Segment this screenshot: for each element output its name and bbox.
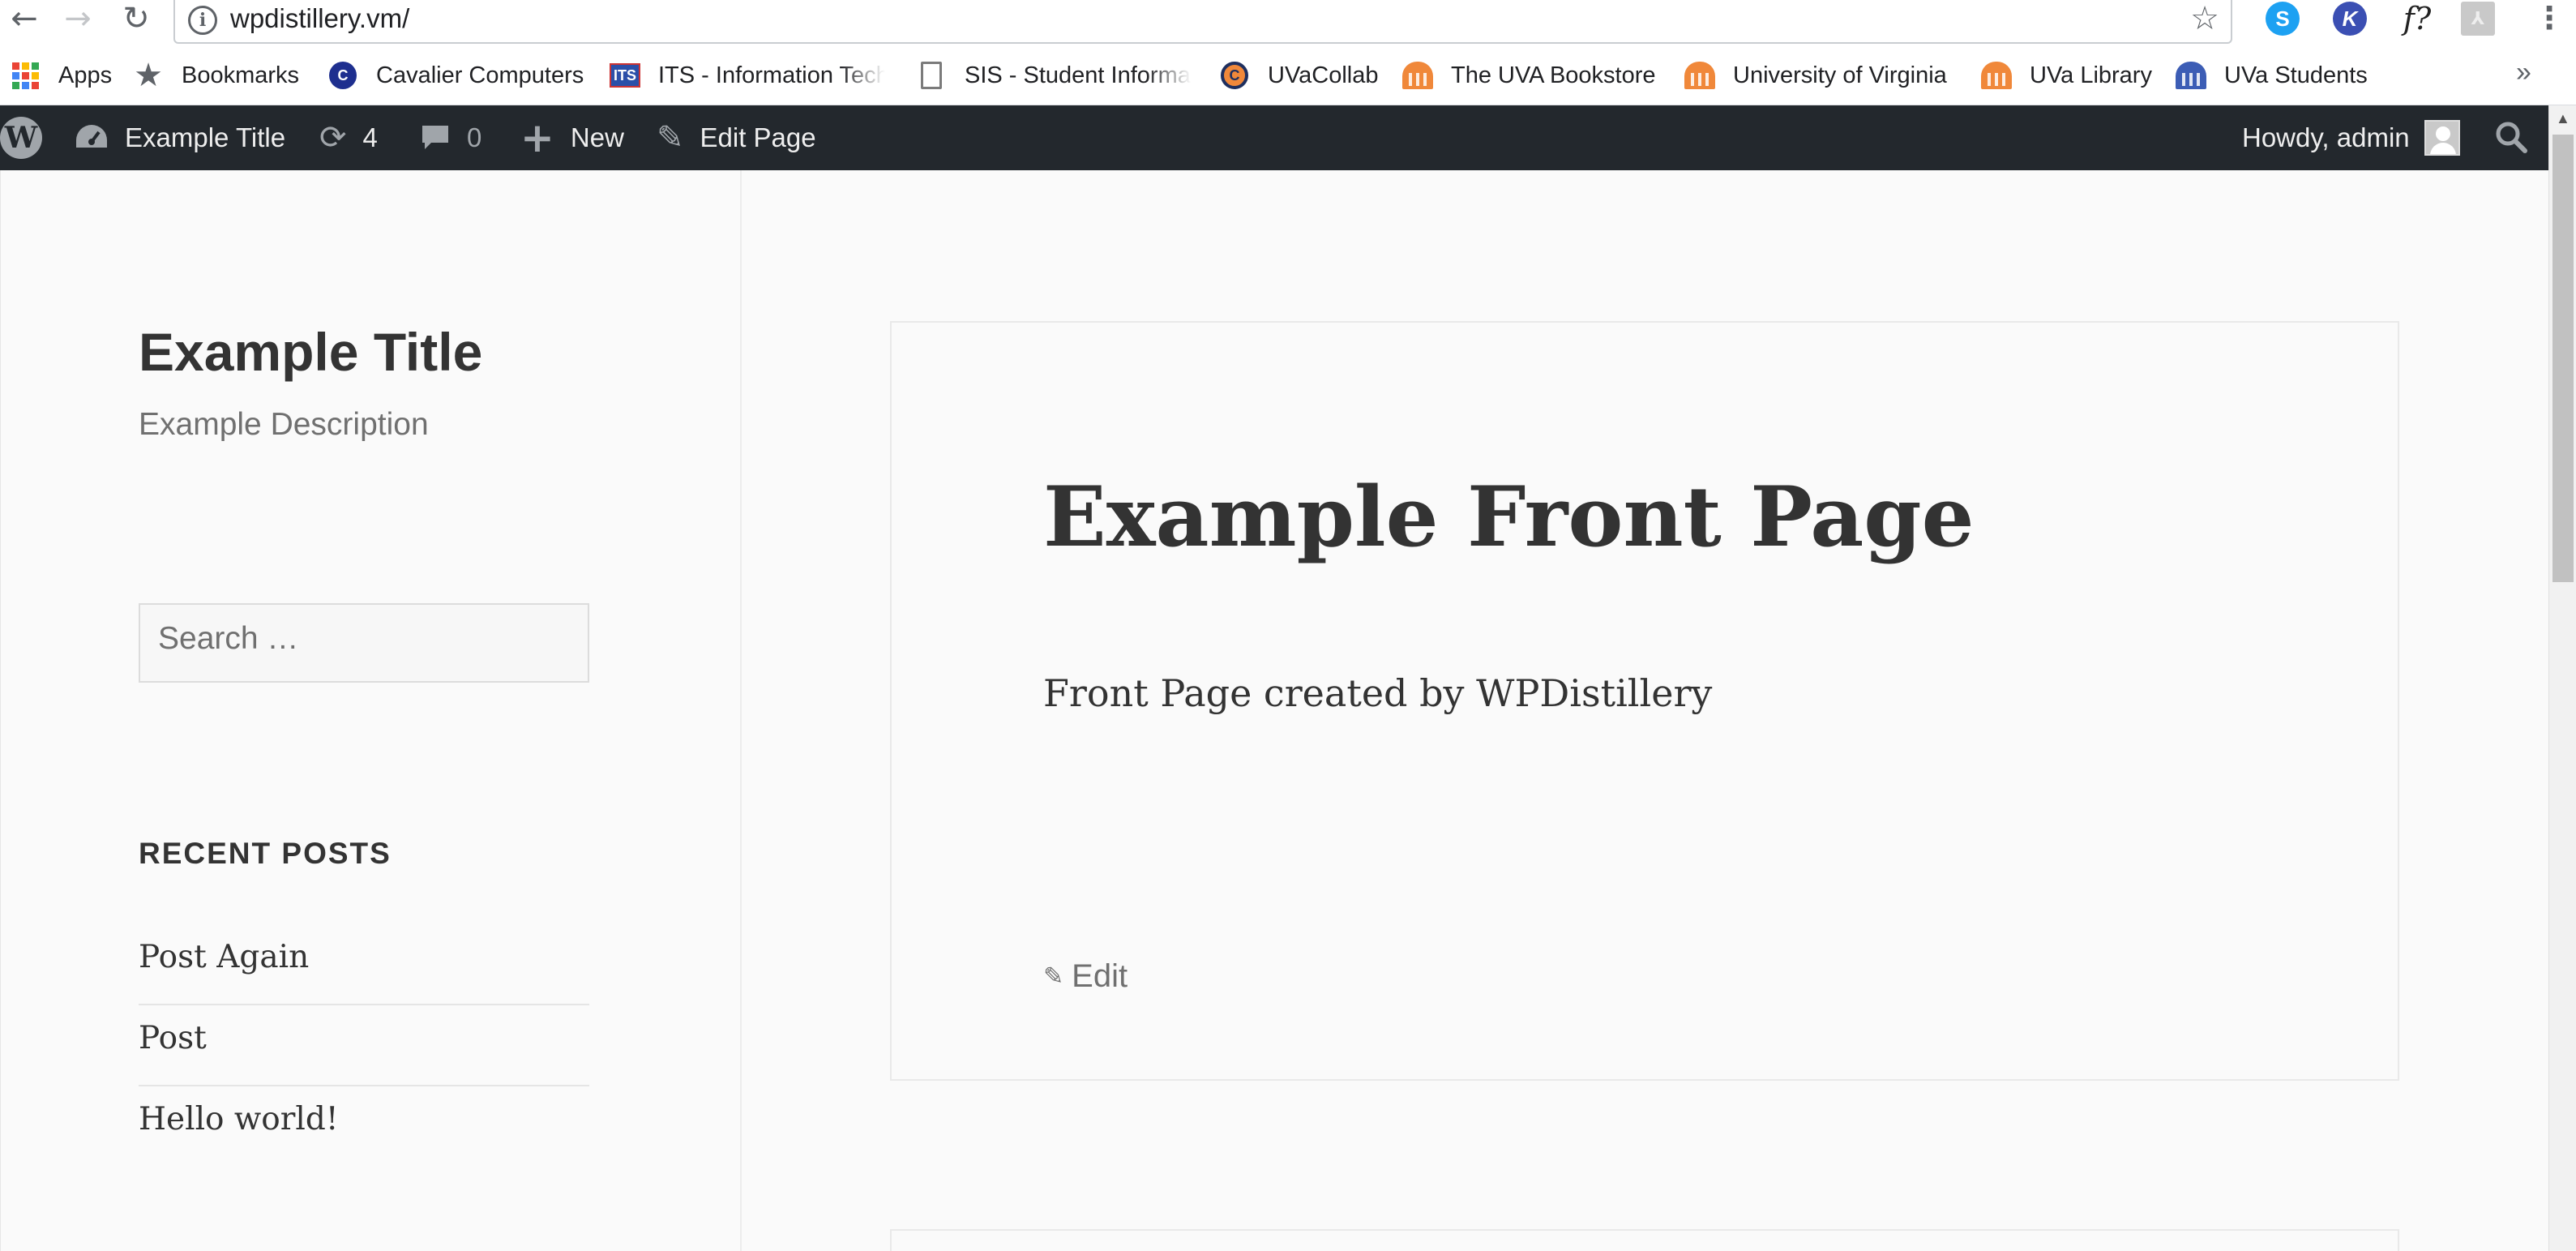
bookmark-sis[interactable]: SIS - Student Informa (916, 57, 1192, 94)
browser-toolbar: ← → ↻ i wpdistillery.vm/ ☆ S K f? ⅄ ⋮ (0, 0, 2576, 45)
bookmark-label: UVa Students (2224, 62, 2368, 88)
rotunda-icon (1402, 60, 1433, 91)
address-bar[interactable]: i wpdistillery.vm/ ☆ (173, 0, 2232, 44)
updates-menu[interactable]: ⟳ 4 (319, 105, 378, 170)
browser-menu-icon[interactable]: ⋮ (2534, 0, 2565, 36)
bookmark-label: ITS - Information Tech (658, 62, 885, 88)
wp-admin-bar: W Example Title ⟳ 4 0 + New ✎ Edit Page … (0, 105, 2548, 170)
bookmark-university-of-virginia[interactable]: University of Virginia (1684, 57, 1947, 94)
edit-page-label: Edit Page (700, 122, 816, 152)
bookmark-cavalier-computers[interactable]: C Cavalier Computers (327, 57, 584, 94)
document-icon (916, 60, 947, 91)
site-name-label: Example Title (125, 122, 286, 152)
cavalier-computers-icon: C (327, 60, 358, 91)
star-icon: ★ (134, 57, 163, 94)
comments-count: 0 (467, 122, 482, 152)
site-info-icon[interactable]: i (188, 6, 217, 35)
bookmark-uvacollab[interactable]: C UVaCollab (1219, 57, 1378, 94)
back-icon[interactable]: ← (0, 0, 49, 37)
updates-icon: ⟳ (319, 119, 347, 156)
recent-post-link[interactable]: Post Again (139, 924, 589, 1005)
front-page-article: Example Front Page Front Page created by… (890, 321, 2399, 1081)
recent-posts-list: Post Again Post Hello world! (139, 924, 589, 1167)
its-icon: ITS (610, 60, 640, 91)
edit-label: Edit (1072, 958, 1128, 994)
dashboard-icon (75, 123, 109, 152)
reload-icon[interactable]: ↻ (112, 0, 160, 37)
new-label: New (570, 122, 624, 152)
pencil-icon: ✎ (1043, 962, 1064, 991)
comments-menu[interactable]: 0 (420, 105, 481, 170)
rotunda-icon (2176, 60, 2206, 91)
bookmarks-bar: Apps ★ Bookmarks C Cavalier Computers IT… (0, 45, 2576, 105)
bookmark-star-icon[interactable]: ☆ (2190, 0, 2219, 37)
site-title[interactable]: Example Title (139, 321, 482, 383)
bookmark-label: SIS - Student Informa (965, 62, 1191, 88)
bookmark-label: The UVA Bookstore (1451, 62, 1656, 88)
wp-logo-menu[interactable]: W (0, 105, 42, 170)
bookmark-uva-bookstore[interactable]: The UVA Bookstore (1402, 57, 1656, 94)
bookmark-apps[interactable]: Apps (10, 57, 112, 94)
bookmark-label: Bookmarks (182, 62, 300, 88)
bookmark-label: Cavalier Computers (376, 62, 584, 88)
font-extension-icon[interactable]: f? (2393, 1, 2441, 36)
uvacollab-icon: C (1219, 60, 1250, 91)
forward-icon[interactable]: → (53, 0, 102, 37)
bookmark-label: Apps (58, 62, 113, 88)
sidebar: Example Title Example Description Search… (1, 170, 742, 1251)
page-content: Front Page created by WPDistillery (1043, 671, 1713, 715)
wordpress-logo-icon: W (0, 117, 42, 159)
search-input[interactable]: Search … (139, 603, 589, 683)
howdy-label: Howdy, admin (2242, 122, 2410, 152)
scroll-up-arrow-icon[interactable]: ▲ (2556, 110, 2570, 127)
comment-icon (420, 123, 451, 152)
new-content-menu[interactable]: + New (520, 105, 624, 170)
scrollbar-thumb[interactable] (2552, 135, 2574, 582)
page-scrollbar[interactable]: ▲ (2548, 105, 2576, 1251)
next-article (890, 1229, 2399, 1251)
bookmark-its[interactable]: ITS ITS - Information Tech (610, 57, 885, 94)
page-title: Example Front Page (1043, 469, 1975, 566)
admin-search-icon[interactable] (2494, 120, 2530, 156)
bookmark-label: UVa Library (2030, 62, 2152, 88)
skype-extension-icon[interactable]: S (2266, 2, 2300, 36)
bookmark-label: UVaCollab (1268, 62, 1379, 88)
bookmark-label: University of Virginia (1733, 62, 1947, 88)
k-extension-icon[interactable]: K (2333, 2, 2367, 36)
rotunda-icon (1684, 60, 1715, 91)
bookmark-uva-library[interactable]: UVa Library (1981, 57, 2152, 94)
recent-post-link[interactable]: Hello world! (139, 1086, 589, 1167)
page-body: Example Title Example Description Search… (0, 170, 2548, 1251)
recent-post-link[interactable]: Post (139, 1005, 589, 1086)
pencil-icon: ✎ (657, 119, 684, 156)
edit-page-link[interactable]: ✎ Edit Page (657, 105, 816, 170)
apps-grid-icon (10, 60, 41, 91)
more-bookmarks-icon[interactable]: » (2516, 57, 2531, 88)
site-name-menu[interactable]: Example Title (75, 105, 285, 170)
plus-icon: + (520, 114, 554, 161)
edit-link[interactable]: ✎ Edit (1043, 958, 1128, 995)
avatar (2424, 120, 2460, 156)
recent-posts-heading: RECENT POSTS (139, 837, 392, 870)
pdf-extension-icon[interactable]: ⅄ (2461, 2, 2495, 36)
bookmark-uva-students[interactable]: UVa Students (2176, 57, 2368, 94)
bookmark-bookmarks-folder[interactable]: ★ Bookmarks (133, 57, 299, 94)
updates-count: 4 (362, 122, 378, 152)
url-text[interactable]: wpdistillery.vm/ (230, 3, 409, 34)
rotunda-icon (1981, 60, 2012, 91)
site-description: Example Description (139, 407, 429, 442)
my-account-menu[interactable]: Howdy, admin (2242, 105, 2460, 170)
